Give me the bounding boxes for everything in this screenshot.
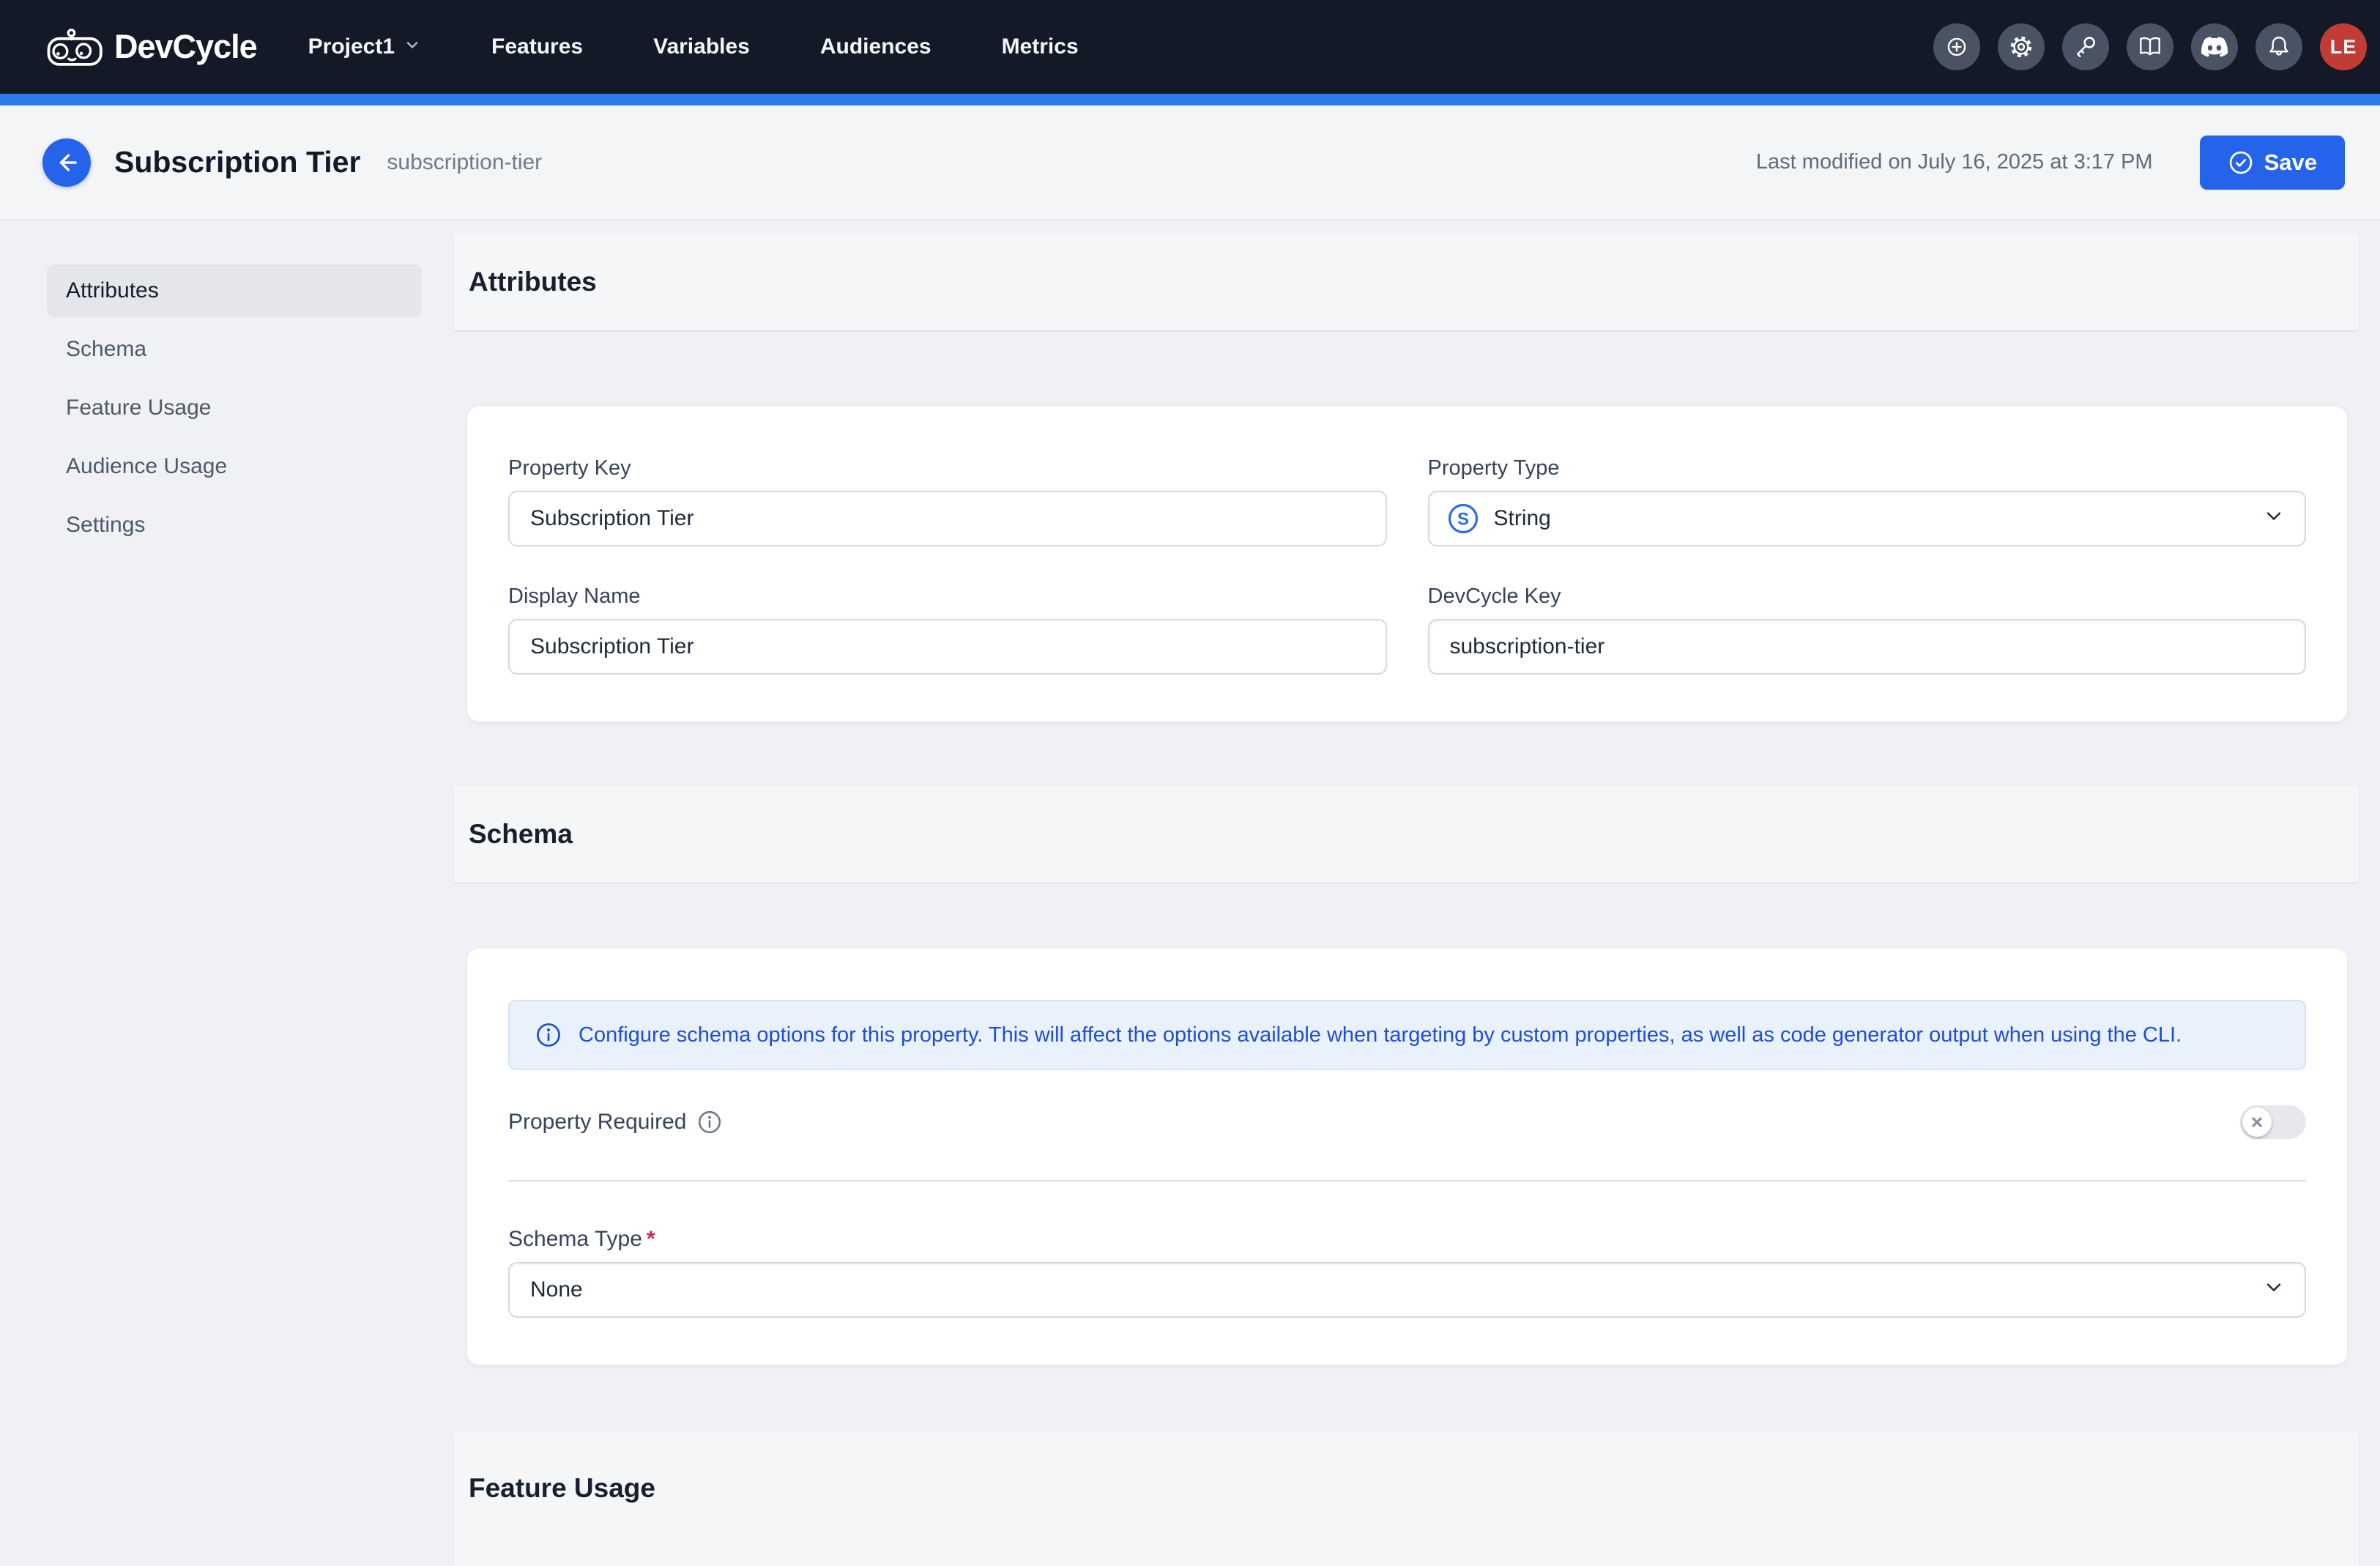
schema-type-select[interactable]: None — [508, 1262, 2306, 1318]
discord-button[interactable] — [2191, 23, 2238, 70]
property-required-toggle[interactable] — [2240, 1105, 2306, 1139]
save-button[interactable]: Save — [2200, 136, 2345, 190]
chevron-down-icon — [2262, 504, 2286, 533]
nav-item-features[interactable]: Features — [491, 34, 583, 59]
display-name-field: Display Name — [508, 585, 1387, 675]
last-modified-text: Last modified on July 16, 2025 at 3:17 P… — [1756, 150, 2153, 174]
property-key-field: Property Key — [508, 456, 1387, 546]
project-selector[interactable]: Project1 — [308, 34, 421, 59]
devcycle-key-field: DevCycle Key — [1428, 585, 2307, 675]
toggle-knob-off — [2242, 1107, 2272, 1137]
devcycle-robot-icon — [47, 28, 104, 67]
primary-nav: Project1 Features Variables Audiences Me… — [308, 34, 1079, 59]
api-key-button[interactable] — [2062, 23, 2109, 70]
schema-info-text: Configure schema options for this proper… — [579, 1023, 2182, 1047]
nav-item-variables[interactable]: Variables — [653, 34, 750, 59]
schema-type-label-text: Schema Type — [508, 1227, 642, 1251]
sidebar-item-audience-usage[interactable]: Audience Usage — [47, 440, 422, 493]
save-button-label: Save — [2264, 149, 2317, 176]
navbar-actions: LE — [1933, 23, 2367, 70]
feature-usage-section-header: Feature Usage — [454, 1432, 2358, 1566]
property-key-input[interactable] — [508, 491, 1387, 546]
add-button[interactable] — [1933, 23, 1980, 70]
chevron-down-icon — [2262, 1275, 2286, 1305]
property-type-label: Property Type — [1428, 456, 2307, 480]
page-key: subscription-tier — [387, 150, 542, 175]
attributes-heading: Attributes — [469, 267, 597, 297]
schema-card: Configure schema options for this proper… — [467, 949, 2347, 1365]
sidebar-item-schema[interactable]: Schema — [47, 323, 422, 376]
property-type-value: String — [1494, 506, 1551, 531]
accent-bar — [0, 94, 2380, 105]
devcycle-logo[interactable]: DevCycle — [47, 28, 257, 67]
sidebar-item-feature-usage[interactable]: Feature Usage — [47, 382, 422, 434]
brand-name: DevCycle — [114, 28, 257, 66]
schema-type-value: None — [530, 1277, 583, 1302]
property-required-label: Property Required — [508, 1110, 686, 1135]
settings-gear-button[interactable] — [1998, 23, 2045, 70]
nav-item-audiences[interactable]: Audiences — [820, 34, 931, 59]
user-avatar[interactable]: LE — [2320, 23, 2367, 70]
svg-text:S: S — [1457, 510, 1468, 530]
section-sidebar: Attributes Schema Feature Usage Audience… — [47, 264, 422, 557]
main-column: Attributes Property Key Property Type S … — [454, 222, 2358, 1566]
feature-usage-heading: Feature Usage — [469, 1473, 655, 1504]
devcycle-key-label: DevCycle Key — [1428, 585, 2307, 609]
back-button[interactable] — [42, 138, 91, 187]
page-title: Subscription Tier — [114, 145, 360, 179]
required-asterisk: * — [647, 1227, 655, 1251]
display-name-label: Display Name — [508, 585, 1387, 609]
schema-section-header: Schema — [454, 786, 2358, 884]
chevron-down-icon — [404, 34, 421, 59]
schema-heading: Schema — [469, 819, 573, 850]
property-key-label: Property Key — [508, 456, 1387, 480]
string-type-icon: S — [1447, 502, 1479, 535]
docs-book-button[interactable] — [2127, 23, 2173, 70]
property-type-field: Property Type S String — [1428, 456, 2307, 546]
nav-item-metrics[interactable]: Metrics — [1002, 34, 1079, 59]
display-name-input[interactable] — [508, 619, 1387, 675]
project-selector-label: Project1 — [308, 34, 395, 59]
attributes-section-header: Attributes — [454, 234, 2358, 332]
attributes-card: Property Key Property Type S String — [467, 407, 2347, 721]
property-required-row: Property Required — [508, 1105, 2306, 1139]
top-navbar: DevCycle Project1 Features Variables Aud… — [0, 0, 2380, 94]
page-body: Attributes Schema Feature Usage Audience… — [0, 222, 2380, 1566]
schema-type-label: Schema Type* — [508, 1227, 2306, 1252]
check-circle-icon — [2228, 149, 2254, 176]
devcycle-key-input[interactable] — [1428, 619, 2307, 675]
schema-info-banner: Configure schema options for this proper… — [508, 1000, 2306, 1070]
property-type-select[interactable]: S String — [1428, 491, 2307, 546]
info-icon — [535, 1021, 562, 1049]
info-icon[interactable] — [696, 1109, 723, 1135]
sidebar-item-attributes[interactable]: Attributes — [47, 264, 422, 317]
divider — [508, 1180, 2306, 1181]
sidebar-item-settings[interactable]: Settings — [47, 499, 422, 552]
page-header: Subscription Tier subscription-tier Last… — [0, 105, 2380, 220]
notifications-bell-button[interactable] — [2256, 23, 2302, 70]
